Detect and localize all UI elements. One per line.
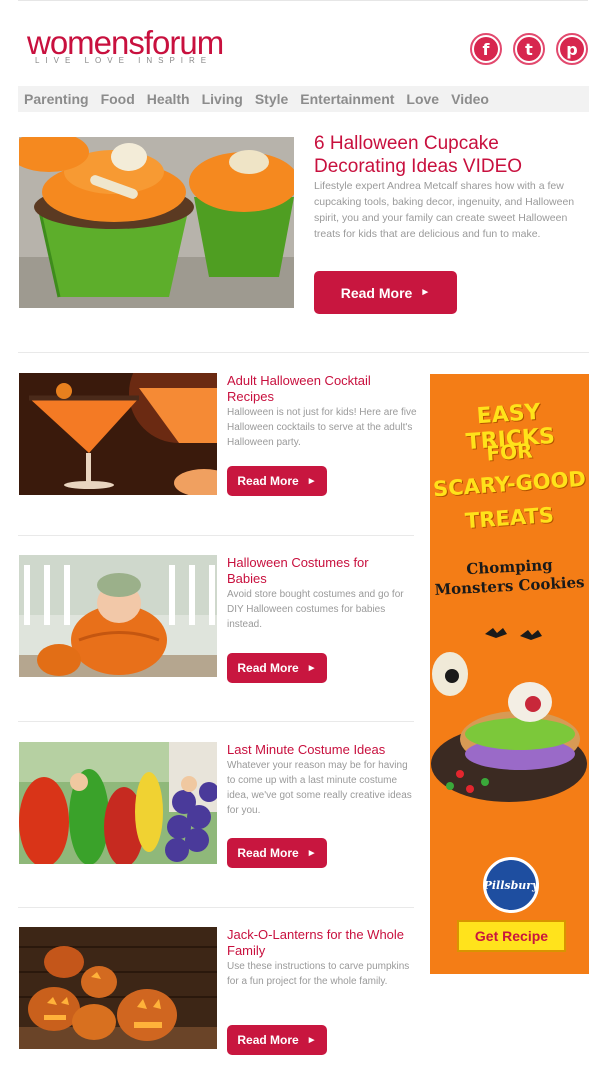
hero-title[interactable]: 6 Halloween Cupcake Decorating Ideas VID…: [314, 132, 594, 178]
nav-item-love[interactable]: Love: [400, 91, 445, 107]
arrow-right-icon: ►: [306, 1034, 317, 1046]
divider: [18, 907, 414, 908]
facebook-button[interactable]: f: [470, 33, 502, 65]
button-label: Read More: [237, 846, 299, 860]
button-label: Read More: [237, 474, 299, 488]
cocktail-image[interactable]: [19, 373, 217, 495]
facebook-icon: f: [474, 37, 498, 61]
article-read-more-button[interactable]: Read More ►: [227, 653, 327, 683]
hero-cupcake-image[interactable]: [19, 137, 294, 308]
twitter-icon: t: [517, 37, 541, 61]
monster-cookies-illustration: [431, 628, 587, 802]
ad-headline-4: TREATS: [464, 502, 555, 534]
arrow-right-icon: ►: [306, 847, 317, 859]
pinterest-icon: p: [560, 37, 584, 61]
nav-item-food[interactable]: Food: [95, 91, 141, 107]
nav-item-style[interactable]: Style: [249, 91, 294, 107]
article-read-more-button[interactable]: Read More ►: [227, 466, 327, 496]
costumes-image[interactable]: [19, 742, 217, 864]
logo-tagline: LIVE LOVE INSPIRE: [35, 56, 213, 65]
top-divider: [18, 0, 588, 1]
button-label: Read More: [340, 284, 413, 301]
article-read-more-button[interactable]: Read More ►: [227, 838, 327, 868]
baby-pumpkin-image[interactable]: [19, 555, 217, 677]
pillsbury-ad[interactable]: EASY TRICKS FOR SCARY-GOOD TREATS Chompi…: [430, 374, 589, 974]
button-label: Read More: [237, 661, 299, 675]
hero-description: Lifestyle expert Andrea Metcalf shares h…: [314, 180, 575, 240]
jack-o-lantern-image[interactable]: [19, 927, 217, 1049]
article-read-more-button[interactable]: Read More ►: [227, 1025, 327, 1055]
ad-headline-3: SCARY-GOOD: [432, 466, 587, 502]
logo-wordmark: womensforum: [27, 24, 224, 61]
divider: [18, 721, 414, 722]
article-title[interactable]: Halloween Costumes for Babies: [227, 555, 407, 587]
nav-item-video[interactable]: Video: [445, 91, 495, 107]
pillsbury-logo: Pillsbury: [483, 857, 539, 913]
hero-read-more-button[interactable]: Read More ►: [314, 271, 457, 314]
article-title[interactable]: Jack-O-Lanterns for the Whole Family: [227, 927, 407, 959]
arrow-right-icon: ►: [306, 475, 317, 487]
article-title[interactable]: Last Minute Costume Ideas: [227, 742, 407, 758]
article-description: Avoid store bought costumes and go for D…: [227, 589, 404, 630]
pinterest-button[interactable]: p: [556, 33, 588, 65]
arrow-right-icon: ►: [306, 662, 317, 674]
button-label: Read More: [237, 1033, 299, 1047]
article-description: Whatever your reason may be for having t…: [227, 760, 412, 816]
twitter-button[interactable]: t: [513, 33, 545, 65]
nav-item-living[interactable]: Living: [196, 91, 249, 107]
divider: [18, 352, 589, 353]
divider: [18, 535, 414, 536]
article-description: Use these instructions to carve pumpkins…: [227, 961, 410, 987]
nav-item-parenting[interactable]: Parenting: [18, 91, 95, 107]
article-description: Halloween is not just for kids! Here are…: [227, 407, 417, 448]
nav-item-entertainment[interactable]: Entertainment: [294, 91, 400, 107]
main-nav: Parenting Food Health Living Style Enter…: [18, 86, 589, 112]
arrow-right-icon: ►: [420, 287, 431, 298]
site-logo[interactable]: womensforum LIVE LOVE INSPIRE: [27, 16, 227, 70]
article-title[interactable]: Adult Halloween Cocktail Recipes: [227, 373, 407, 405]
get-recipe-button[interactable]: Get Recipe: [457, 920, 566, 952]
nav-item-health[interactable]: Health: [141, 91, 196, 107]
